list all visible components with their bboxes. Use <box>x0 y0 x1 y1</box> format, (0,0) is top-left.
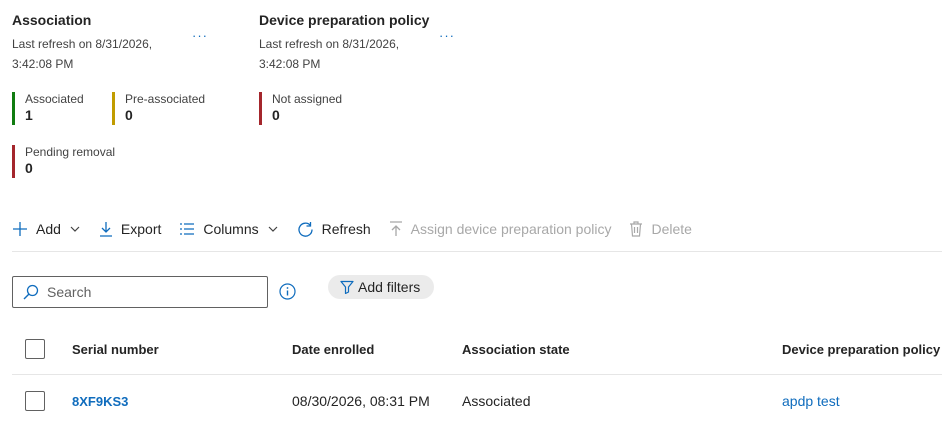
association-state-cell: Associated <box>462 393 531 409</box>
association-card: Association Last refresh on 8/31/2026, 3… <box>12 12 162 74</box>
policy-link[interactable]: apdp test <box>782 393 840 409</box>
policy-card: Device preparation policy Last refresh o… <box>259 12 429 74</box>
policy-refresh-time: 3:42:08 PM <box>259 57 321 71</box>
stat-associated-value: 1 <box>25 107 33 123</box>
assign-policy-button[interactable]: Assign device preparation policy <box>389 221 612 237</box>
columns-button[interactable]: Columns <box>179 221 278 237</box>
stat-not-assigned-value: 0 <box>272 107 280 123</box>
association-card-title: Association <box>12 12 92 28</box>
association-more-icon[interactable]: ··· <box>192 28 208 43</box>
stat-pre-associated-label: Pre-associated <box>125 92 206 106</box>
stat-not-assigned-label: Not assigned <box>272 92 343 106</box>
row-checkbox[interactable] <box>25 391 45 411</box>
columns-icon <box>180 223 195 235</box>
plus-icon <box>13 222 27 236</box>
column-header-serial[interactable]: Serial number <box>72 323 159 375</box>
stat-pending-removal: Pending removal 0 <box>12 145 115 178</box>
serial-number-link[interactable]: 8XF9KS3 <box>72 394 128 409</box>
table-header: Serial number Date enrolled Association … <box>12 323 942 375</box>
search-input[interactable] <box>47 284 247 300</box>
download-icon <box>99 222 112 237</box>
delete-label: Delete <box>651 221 692 237</box>
date-enrolled-cell: 08/30/2026, 08:31 PM <box>292 393 430 409</box>
refresh-button[interactable]: Refresh <box>297 221 371 238</box>
search-box[interactable] <box>12 276 268 308</box>
info-icon[interactable] <box>279 283 296 300</box>
add-filters-label: Add filters <box>358 279 421 295</box>
export-label: Export <box>120 221 162 237</box>
export-button[interactable]: Export <box>99 221 161 237</box>
assign-policy-label: Assign device preparation policy <box>410 221 612 237</box>
columns-label: Columns <box>203 221 259 237</box>
stat-not-assigned: Not assigned 0 <box>259 92 342 125</box>
filter-icon <box>340 280 354 294</box>
upload-icon <box>389 221 402 236</box>
policy-more-icon[interactable]: ··· <box>439 28 455 43</box>
refresh-label: Refresh <box>321 221 371 237</box>
column-header-date[interactable]: Date enrolled <box>292 323 374 375</box>
toolbar-divider <box>12 251 942 252</box>
add-button[interactable]: Add <box>12 221 81 237</box>
association-last-refresh: Last refresh on 8/31/2026, 3:42:08 PM <box>12 34 162 74</box>
stat-associated-label: Associated <box>25 92 84 106</box>
trash-icon <box>630 221 643 237</box>
policy-card-title: Device preparation policy <box>259 12 430 28</box>
add-label: Add <box>36 221 61 237</box>
command-bar: Add Export Columns Refresh Assign device… <box>12 218 710 240</box>
serial-cell: 8XF9KS3 <box>72 375 128 427</box>
stat-pending-removal-label: Pending removal <box>25 145 116 159</box>
policy-cell: apdp test <box>782 375 840 427</box>
table-row[interactable]: 8XF9KS3 08/30/2026, 08:31 PM Associated … <box>12 375 942 427</box>
column-header-state[interactable]: Association state <box>462 323 570 375</box>
select-all-cell <box>25 323 45 375</box>
delete-button[interactable]: Delete <box>629 221 692 237</box>
stat-pre-associated-value: 0 <box>125 107 133 123</box>
select-all-checkbox[interactable] <box>25 339 45 359</box>
stat-associated: Associated 1 <box>12 92 84 125</box>
row-select-cell <box>25 375 45 427</box>
policy-last-refresh: Last refresh on 8/31/2026, 3:42:08 PM <box>259 34 409 74</box>
chevron-down-icon <box>70 226 80 232</box>
association-refresh-date: Last refresh on 8/31/2026, <box>12 37 153 51</box>
add-filters-button[interactable]: Add filters <box>328 275 435 299</box>
chevron-down-icon <box>268 226 278 232</box>
stat-pending-removal-value: 0 <box>25 160 33 176</box>
policy-refresh-date: Last refresh on 8/31/2026, <box>259 37 400 51</box>
search-icon <box>23 284 39 300</box>
stat-pre-associated: Pre-associated 0 <box>112 92 205 125</box>
association-refresh-time: 3:42:08 PM <box>12 57 74 71</box>
column-header-policy[interactable]: Device preparation policy <box>782 323 940 375</box>
refresh-icon <box>298 221 313 237</box>
